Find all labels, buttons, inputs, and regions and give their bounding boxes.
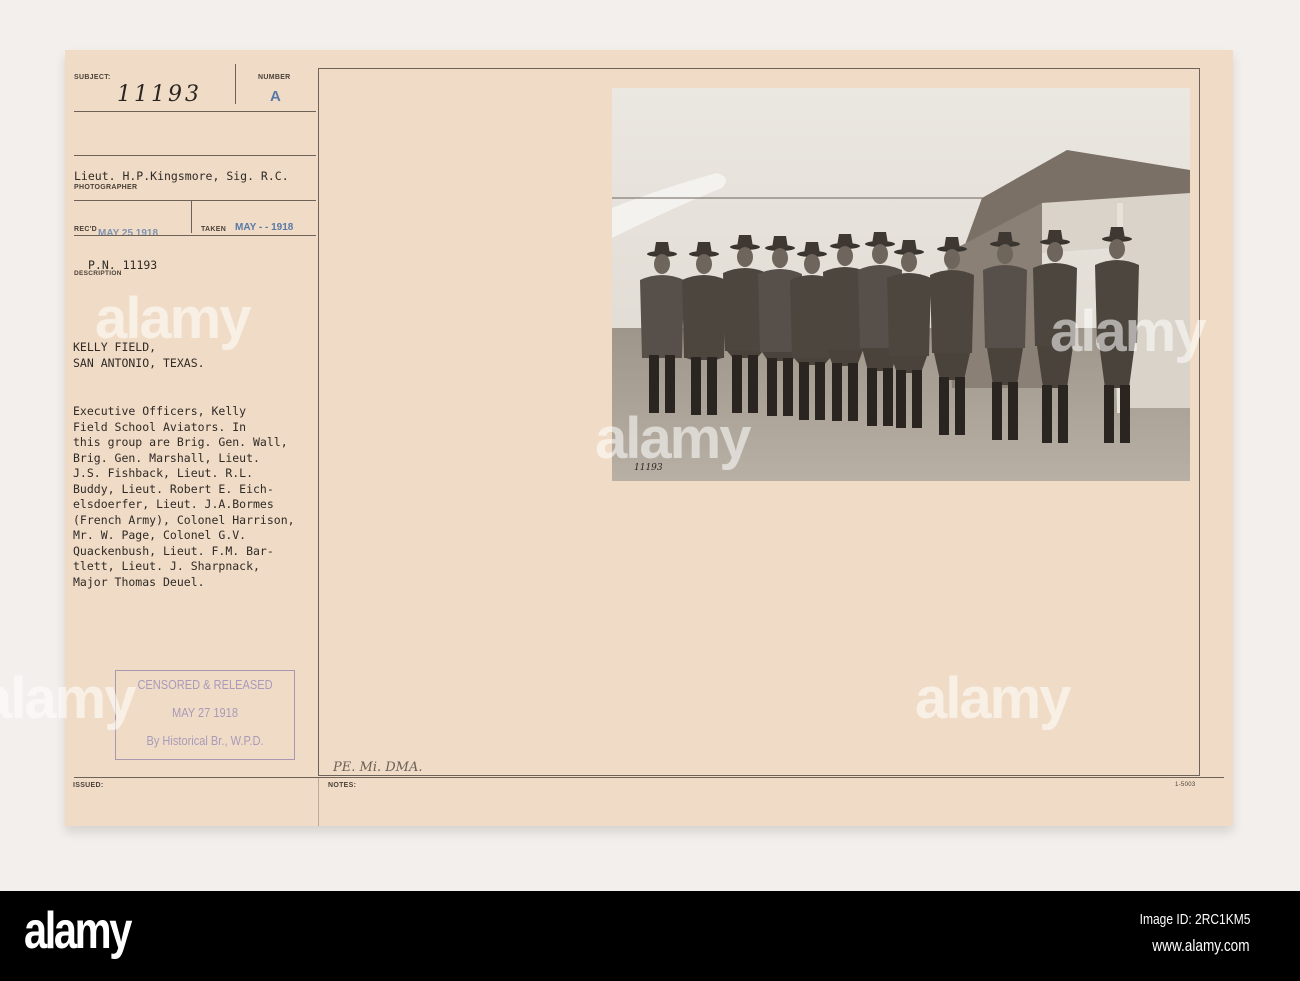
form-number: 1-5003 xyxy=(1175,782,1196,788)
photographer-name: Lieut. H.P.Kingsmore, Sig. R.C. xyxy=(74,169,289,183)
issued-label: ISSUED: xyxy=(73,782,104,789)
description-line: Field School Aviators. In xyxy=(73,419,247,434)
description-line: elsdoerfer, Lieut. J.A.Bormes xyxy=(73,497,274,511)
number-label: NUMBER xyxy=(258,74,291,81)
taken-date: MAY - - 1918 xyxy=(235,222,294,233)
alamy-logo: alamy xyxy=(24,902,132,960)
alamy-footer-bar: alamy Image ID: 2RC1KM5 www.alamy.com xyxy=(0,891,1300,981)
description-line: tlett, Lieut. J. Sharpnack, xyxy=(73,559,260,573)
subject-label: SUBJECT: xyxy=(74,74,111,81)
censored-released-stamp: CENSORED & RELEASED MAY 27 1918 By Histo… xyxy=(115,670,295,760)
description-line: (French Army), Colonel Harrison, xyxy=(73,512,295,527)
watermark: alamy xyxy=(1050,299,1206,364)
description-line: Quackenbush, Lieut. F.M. Bar- xyxy=(73,543,274,558)
description-line: Major Thomas Deuel. xyxy=(73,574,205,589)
notes-label: NOTES: xyxy=(328,782,357,789)
subject-number: 11193 xyxy=(117,82,202,107)
description-label: DESCRIPTION xyxy=(74,270,122,277)
recd-label: REC'D xyxy=(74,226,97,233)
description-text: Executive Officers, Kelly Field School Av… xyxy=(73,404,295,590)
notes-handwritten: PE. Mi. DMA. xyxy=(333,760,423,775)
recd-date: MAY 25 1918 xyxy=(98,228,159,239)
watermark: alamy xyxy=(0,666,136,731)
number-value: A xyxy=(270,88,281,105)
description-line: Executive Officers, Kelly xyxy=(73,404,247,418)
stamp-line-1: CENSORED & RELEASED xyxy=(137,677,273,692)
photographer-label: PHOTOGRAPHER xyxy=(74,184,138,191)
taken-label: TAKEN xyxy=(201,226,227,233)
description-line: Brig. Gen. Marshall, Lieut. xyxy=(73,450,260,465)
watermark: alamy xyxy=(95,286,251,351)
stamp-line-3: By Historical Br., W.P.D. xyxy=(146,733,264,748)
location-line-2: SAN ANTONIO, TEXAS. xyxy=(73,356,205,370)
image-id: Image ID: 2RC1KM5 xyxy=(1139,911,1250,928)
watermark: alamy xyxy=(595,406,751,471)
watermark: alamy xyxy=(915,666,1071,731)
description-line: Buddy, Lieut. Robert E. Eich- xyxy=(73,481,274,496)
website-link[interactable]: www.alamy.com xyxy=(1153,936,1250,956)
stamp-line-2: MAY 27 1918 xyxy=(172,705,238,720)
description-line: J.S. Fishback, Lieut. R.L. xyxy=(73,466,254,480)
description-line: this group are Brig. Gen. Wall, xyxy=(73,435,288,449)
description-line: Mr. W. Page, Colonel G.V. xyxy=(73,528,247,542)
